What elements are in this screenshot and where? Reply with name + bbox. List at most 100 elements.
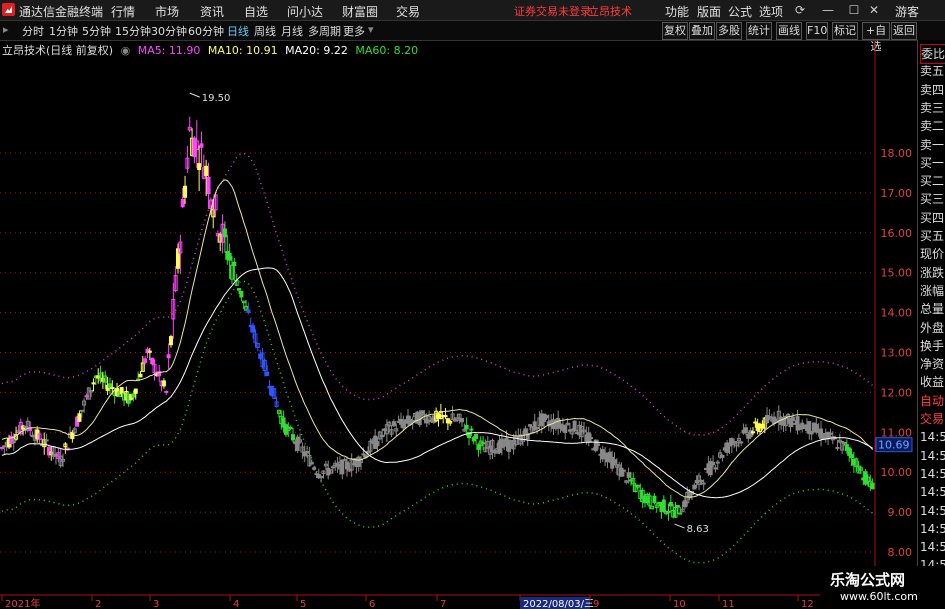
candle-body xyxy=(79,409,84,412)
menu-item-news[interactable]: 资讯 xyxy=(200,3,224,20)
time-axis: 2021年 2 3 4 5 6 7 2022/08/03/三9 10 11 12 xyxy=(0,594,917,609)
tab-30min[interactable]: 30分钟 xyxy=(151,23,187,39)
candle-body xyxy=(206,176,211,195)
current-price-label: 10.69 xyxy=(878,439,910,452)
candle-body xyxy=(668,502,673,507)
menu-item-function[interactable]: 功能 xyxy=(665,3,689,20)
login-notice[interactable]: 证券交易未登录 xyxy=(514,3,591,19)
tab-60min[interactable]: 60分钟 xyxy=(188,23,224,39)
adjust-button[interactable]: 复权 xyxy=(662,22,688,40)
candle-body xyxy=(77,413,82,422)
menu-item-ask[interactable]: 问小达 xyxy=(287,3,323,20)
candle-body xyxy=(619,467,624,477)
right-panel-item: 卖二 xyxy=(920,119,945,134)
menu-item-wealth[interactable]: 财富圈 xyxy=(342,3,378,20)
candle-body xyxy=(621,469,626,472)
tab-15min[interactable]: 15分钟 xyxy=(115,23,151,39)
annotations: 19.50 8.63 xyxy=(189,92,709,535)
price-tick-label: 14.00 xyxy=(881,307,913,320)
guest-label[interactable]: 游客 xyxy=(895,3,919,20)
multi-stock-button[interactable]: 多股 xyxy=(716,22,742,40)
candle-body xyxy=(227,253,232,261)
menu-item-options[interactable]: 选项 xyxy=(759,3,783,20)
tab-1min[interactable]: 1分钟 xyxy=(49,23,78,39)
more-chevron-icon[interactable]: ▾ xyxy=(368,23,374,36)
candle-body xyxy=(828,432,833,435)
candle-body xyxy=(133,388,138,394)
time-tick-label: 6 xyxy=(369,599,375,609)
low-price-label: 8.63 xyxy=(687,524,709,535)
price-tick-label: 17.00 xyxy=(881,187,913,200)
candle-body xyxy=(183,185,188,198)
candle-body xyxy=(715,461,720,464)
tab-more[interactable]: 更多 xyxy=(343,23,365,39)
menu-item-watchlist[interactable]: 自选 xyxy=(244,3,268,20)
candle-body xyxy=(743,427,748,433)
draw-line-button[interactable]: 画线 xyxy=(776,22,802,40)
time-tick-label: 2022/08/03/三 xyxy=(523,599,594,609)
overlay-button[interactable]: 叠加 xyxy=(689,22,715,40)
candle-body xyxy=(870,482,875,490)
right-panel-item: 14:56 xyxy=(920,485,945,500)
add-watchlist-button[interactable]: +自选 xyxy=(862,22,890,53)
watermark: 乐淘公式网 www.60lt.com xyxy=(820,566,945,609)
menu-item-trade[interactable]: 交易 xyxy=(396,3,420,20)
tab-multi-period[interactable]: 多周期 xyxy=(308,23,341,39)
candle-body xyxy=(232,261,237,266)
candle-body xyxy=(678,512,683,515)
candle-body xyxy=(711,462,716,466)
candle-body xyxy=(410,419,415,423)
candle-body xyxy=(168,336,173,346)
candle-body xyxy=(753,421,758,424)
band-lines xyxy=(1,152,874,564)
right-panel-item: 卖三 xyxy=(920,100,945,115)
minimize-icon[interactable]: — xyxy=(820,2,836,18)
candle-body xyxy=(138,373,143,378)
right-panel-item[interactable]: 自动 xyxy=(920,392,945,410)
tab-daily[interactable]: 日线 xyxy=(227,23,249,39)
menu-item-markets[interactable]: 市场 xyxy=(155,3,179,20)
menu-item-layout[interactable]: 版面 xyxy=(697,3,721,20)
candle-body xyxy=(528,424,533,427)
candle-body xyxy=(739,441,744,444)
close-icon[interactable]: ✕ xyxy=(866,2,882,18)
price-tick-label: 16.00 xyxy=(881,227,913,240)
candle-body xyxy=(237,288,242,291)
candle-body xyxy=(330,466,335,469)
refresh-icon[interactable]: ⟳ xyxy=(792,2,808,18)
f10-button[interactable]: F10 xyxy=(806,22,828,40)
candle-body xyxy=(572,420,577,432)
candle-body xyxy=(110,387,115,390)
right-panel-item: 涨幅 xyxy=(920,283,945,298)
candle-body xyxy=(147,350,152,353)
candle-body xyxy=(612,459,617,464)
right-panel-item[interactable]: 交易 xyxy=(920,410,945,428)
tab-5min[interactable]: 5分钟 xyxy=(82,23,111,39)
candle-body xyxy=(420,410,425,415)
candle-body xyxy=(699,479,704,483)
candle-body xyxy=(675,505,680,508)
tab-timeshare[interactable]: 分时 xyxy=(22,23,44,39)
menu-item-formula[interactable]: 公式 xyxy=(728,3,752,20)
candle-body xyxy=(661,499,666,512)
mark-button[interactable]: 标记 xyxy=(832,22,858,40)
candle-body xyxy=(401,422,406,429)
candle-body xyxy=(0,446,4,449)
candle-body xyxy=(375,440,380,447)
maximize-icon[interactable]: ☐ xyxy=(846,2,862,18)
candle-body xyxy=(204,165,209,177)
tab-monthly[interactable]: 月线 xyxy=(281,23,303,39)
high-pointer xyxy=(189,92,200,98)
menu-item-market[interactable]: 行情 xyxy=(111,3,135,20)
candle-body xyxy=(150,357,155,365)
settings-icon[interactable]: ◉ xyxy=(121,44,131,57)
candle-body xyxy=(596,443,601,446)
candle-body xyxy=(131,393,136,398)
back-button[interactable]: 返回 xyxy=(891,22,917,40)
candle-body xyxy=(180,199,185,208)
kline-chart[interactable]: 18.0017.0016.0015.0014.0013.0012.0011.00… xyxy=(0,40,917,609)
price-tick-label: 13.00 xyxy=(881,347,913,360)
price-tick-label: 8.00 xyxy=(888,546,913,559)
stats-button[interactable]: 统计 xyxy=(746,22,772,40)
tab-weekly[interactable]: 周线 xyxy=(254,23,276,39)
